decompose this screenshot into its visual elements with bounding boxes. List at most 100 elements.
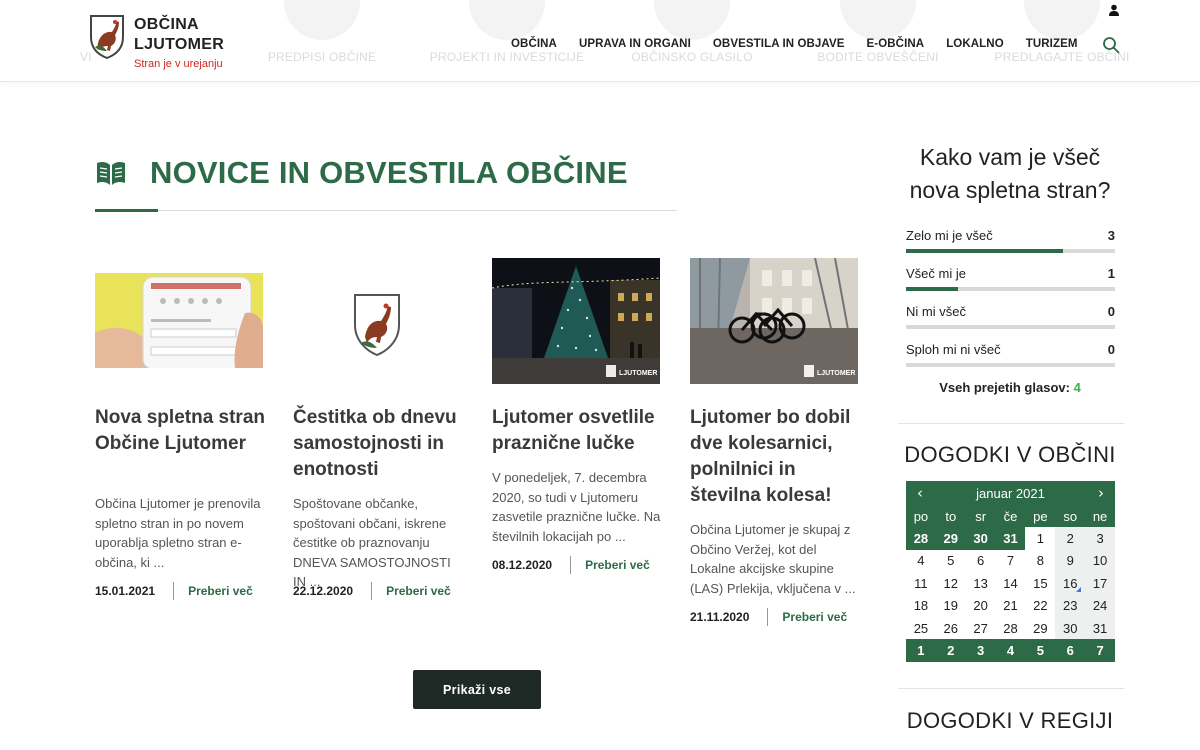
municipality-crest-logo[interactable]: [88, 13, 126, 59]
brand-name[interactable]: OBČINA LJUTOMER Stran je v urejanju: [134, 15, 224, 70]
svg-text:LJUTOMER: LJUTOMER: [817, 370, 855, 377]
news-title[interactable]: Čestitka ob dnevu samostojnosti in enotn…: [293, 405, 468, 483]
read-more-link[interactable]: Preberi več: [386, 584, 451, 598]
read-more-link[interactable]: Preberi več: [782, 610, 847, 624]
news-date: 21.11.2020: [690, 610, 750, 624]
poll-total-count: 4: [1073, 380, 1081, 395]
news-meta: 22.12.2020 Preberi več: [293, 582, 451, 600]
poll-option-count: 0: [1107, 304, 1115, 319]
poll-option[interactable]: Všeč mi je 1: [906, 266, 1115, 291]
poll-option[interactable]: Ni mi všeč 0: [906, 304, 1115, 329]
news-image-christmas-tree[interactable]: LJUTOMER: [492, 258, 660, 384]
calendar-day[interactable]: 30: [965, 527, 996, 550]
calendar-day[interactable]: 8: [1025, 550, 1055, 572]
calendar-day[interactable]: 28: [906, 527, 936, 550]
calendar-weekday: ne: [1085, 505, 1115, 528]
quick-link[interactable]: OBČINSKO GLASILO: [622, 0, 762, 64]
event-marker-icon: [1076, 586, 1082, 592]
read-more-link[interactable]: Preberi več: [188, 584, 253, 598]
poll-total: Vseh prejetih glasov: 4: [895, 380, 1125, 395]
user-icon[interactable]: [1108, 4, 1120, 16]
calendar-day[interactable]: 19: [936, 595, 966, 617]
calendar-day[interactable]: 27: [966, 617, 996, 639]
calendar-day[interactable]: 14: [996, 572, 1026, 594]
quick-link[interactable]: BODITE OBVEŠČENI: [808, 0, 948, 64]
calendar-day[interactable]: 13: [966, 572, 996, 594]
calendar-day[interactable]: 18: [906, 595, 936, 617]
calendar-day[interactable]: 11: [906, 572, 936, 594]
calendar-day[interactable]: 31: [995, 527, 1026, 550]
poll-total-label: Vseh prejetih glasov:: [939, 380, 1070, 395]
chevron-left-icon[interactable]: ‹: [914, 484, 926, 502]
quick-link-label: PREDPISI OBČINE: [267, 50, 377, 64]
poll-option-label: Ni mi všeč: [906, 304, 966, 319]
poll-option-count: 0: [1107, 342, 1115, 357]
calendar-day[interactable]: 3: [965, 639, 996, 662]
calendar-day[interactable]: 7: [996, 550, 1026, 572]
calendar-day[interactable]: 29: [935, 527, 966, 550]
calendar-day[interactable]: 16: [1055, 572, 1086, 595]
calendar-day[interactable]: 29: [1025, 617, 1055, 639]
nav-item-e-obcina[interactable]: E-OBČINA: [867, 38, 925, 50]
calendar-day[interactable]: 15: [1025, 572, 1055, 594]
calendar-day[interactable]: 6: [966, 550, 996, 572]
calendar-weekday: sr: [965, 505, 996, 528]
calendar-day[interactable]: 24: [1085, 594, 1115, 617]
calendar-day[interactable]: 25: [906, 617, 936, 639]
calendar-day[interactable]: 1: [1025, 527, 1055, 549]
nav-item-obcina[interactable]: OBČINA: [511, 38, 557, 50]
chevron-right-icon[interactable]: ›: [1095, 484, 1107, 502]
calendar-day[interactable]: 26: [936, 617, 966, 639]
calendar-month: januar 2021: [976, 485, 1045, 501]
calendar-day[interactable]: 5: [1025, 639, 1056, 662]
calendar-day[interactable]: 7: [1085, 639, 1115, 662]
nav-item-obvestila[interactable]: OBVESTILA IN OBJAVE: [713, 38, 845, 50]
calendar-day[interactable]: 30: [1055, 616, 1086, 640]
calendar-day[interactable]: 21: [996, 595, 1026, 617]
calendar-day[interactable]: 2: [935, 639, 966, 662]
calendar-day[interactable]: 20: [966, 595, 996, 617]
poll-bar: [906, 249, 1115, 253]
news-title[interactable]: Ljutomer bo dobil dve kolesarnici, polni…: [690, 405, 865, 509]
search-icon[interactable]: [1102, 36, 1120, 54]
news-section-title: NOVICE IN OBVESTILA OBČINE: [150, 155, 628, 190]
calendar-weekday: po: [906, 505, 936, 528]
quick-link[interactable]: PREDPISI OBČINE: [262, 0, 382, 64]
site-header: VI PREDPISI OBČINE PROJEKTI IN INVESTICI…: [0, 0, 1200, 82]
calendar-day[interactable]: 17: [1085, 572, 1115, 595]
calendar-day[interactable]: 12: [936, 572, 966, 594]
nav-item-turizem[interactable]: TURIZEM: [1026, 38, 1078, 50]
poll-option[interactable]: Sploh mi ni všeč 0: [906, 342, 1115, 367]
calendar-day[interactable]: 9: [1055, 549, 1086, 573]
news-image-phone[interactable]: [95, 273, 263, 368]
calendar-day[interactable]: 10: [1085, 549, 1115, 573]
calendar-day[interactable]: 6: [1055, 639, 1086, 662]
calendar-day[interactable]: 23: [1055, 594, 1086, 617]
calendar-day[interactable]: 5: [936, 550, 966, 572]
calendar-day[interactable]: 31: [1085, 616, 1115, 640]
news-title[interactable]: Nova spletna stran Občine Ljutomer: [95, 405, 270, 457]
news-image-bicycles[interactable]: LJUTOMER: [690, 258, 858, 384]
read-more-link[interactable]: Preberi več: [585, 558, 650, 572]
show-all-button[interactable]: Prikaži vse: [413, 670, 541, 709]
calendar-day[interactable]: 28: [996, 617, 1026, 639]
calendar-day[interactable]: 3: [1085, 527, 1115, 550]
news-meta: 21.11.2020 Preberi več: [690, 608, 847, 626]
calendar-day[interactable]: 22: [1025, 595, 1055, 617]
poll-bar: [906, 363, 1115, 367]
calendar-day[interactable]: 1: [906, 639, 936, 662]
calendar-weekday: to: [935, 505, 966, 528]
nav-item-lokalno[interactable]: LOKALNO: [946, 38, 1004, 50]
calendar-day[interactable]: 2: [1055, 527, 1086, 550]
calendar-day[interactable]: 4: [906, 550, 936, 572]
calendar-day[interactable]: 4: [995, 639, 1026, 662]
quick-link[interactable]: PROJEKTI IN INVESTICIJE: [427, 0, 587, 64]
news-title[interactable]: Ljutomer osvetlile praznične lučke: [492, 405, 667, 457]
news-image-crest[interactable]: [293, 273, 461, 368]
calendar-weekday: pe: [1025, 505, 1056, 528]
brand-line1: OBČINA: [134, 16, 199, 33]
nav-item-uprava[interactable]: UPRAVA IN ORGANI: [579, 38, 691, 50]
poll-option[interactable]: Zelo mi je všeč 3: [906, 228, 1115, 253]
open-book-icon: [97, 161, 125, 185]
brand-line2: LJUTOMER: [134, 36, 225, 53]
